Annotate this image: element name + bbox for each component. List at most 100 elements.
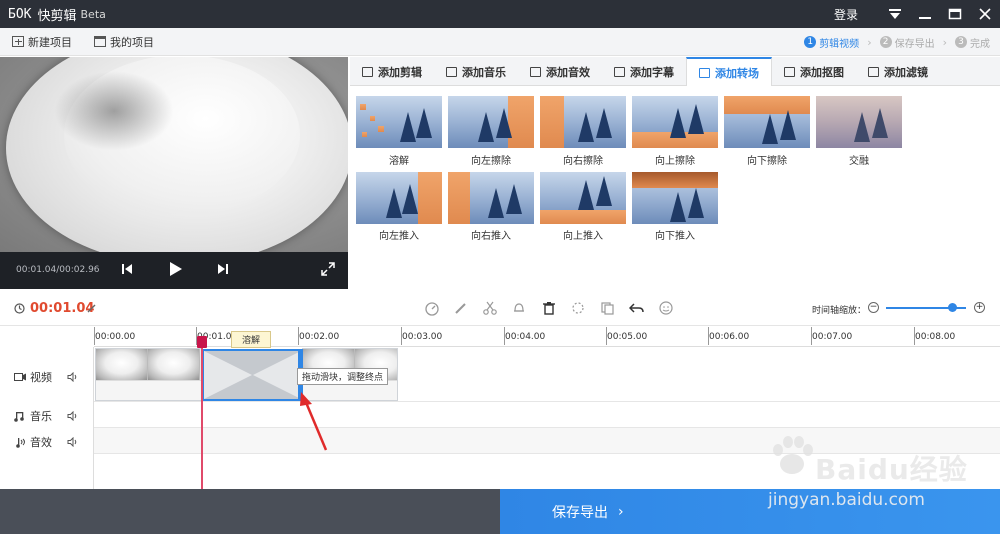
delete-icon[interactable] [541,300,557,316]
volume-icon[interactable] [67,411,78,421]
preview-time: 00:01.04/00:02.96 [16,265,100,275]
transition-bowtie-icon [204,351,301,399]
tab-label: 添加剪辑 [378,65,422,79]
save-export-button[interactable]: 保存导出 › [500,489,1000,534]
crop-icon[interactable] [570,300,586,316]
play-icon[interactable] [166,260,184,278]
login-link[interactable]: 登录 [834,6,858,23]
tab-label: 添加转场 [715,66,759,80]
undo-icon[interactable] [629,300,645,316]
transition-block[interactable] [202,349,303,401]
playhead-handle[interactable] [197,336,207,348]
tab-label: 添加音乐 [462,65,506,79]
dropdown-menu-icon [889,9,901,19]
transition-label: 向下擦除 [747,156,787,167]
step-save-export[interactable]: 2 保存导出 [879,35,935,50]
video-clip-1[interactable] [95,348,203,401]
app-title: 快剪辑 [37,8,77,24]
tab-add-subtitle[interactable]: 添加字幕 [602,57,686,86]
video-track-icon [14,373,26,381]
volume-icon[interactable] [67,372,78,382]
tab-label: 添加音效 [546,65,590,79]
fullscreen-icon[interactable] [320,261,336,277]
step-number: 2 [879,36,892,48]
sticker-icon[interactable] [658,300,674,316]
bell-icon[interactable] [511,300,527,316]
track-label-sound: 音效 [14,434,84,450]
maximize-button[interactable] [940,0,970,28]
tab-add-cutout[interactable]: 添加抠图 [772,57,856,86]
workflow-steps: 1 剪辑视频 › 2 保存导出 › 3 完成 [804,28,990,56]
copy-icon[interactable] [599,300,615,316]
speed-icon[interactable] [424,300,440,316]
close-icon [979,8,991,20]
tab-label: 添加滤镜 [884,65,928,79]
baidu-paw-icon [773,436,813,474]
step-number: 1 [804,36,817,48]
music-icon [446,66,457,77]
next-frame-icon[interactable] [215,261,231,277]
track-label-music: 音乐 [14,408,84,424]
tab-add-music[interactable]: 添加音乐 [434,57,518,86]
my-projects-button[interactable]: 我的项目 [94,34,154,50]
sound-track-icon [16,437,25,448]
tab-add-transition[interactable]: 添加转场 [686,57,772,86]
preview-frame [0,57,348,252]
transition-thumb-dissolve[interactable] [356,96,442,148]
previous-frame-icon[interactable] [119,261,135,277]
track-label-video: 视频 [14,369,84,385]
transition-thumb-push-up[interactable] [540,172,626,224]
zoom-slider-handle[interactable] [947,303,957,312]
new-project-icon [12,36,24,47]
transition-thumb-push-right[interactable] [448,172,534,224]
timeline-ruler[interactable]: 00:00.00 00:01.00 00:02.00 00:03.00 00:0… [94,327,1000,347]
transition-thumb-blend[interactable] [816,96,902,148]
transition-thumb-wipe-up[interactable] [632,96,718,148]
transition-label: 交融 [849,156,869,167]
save-export-label: 保存导出 [552,504,608,521]
maximize-icon [948,8,962,20]
track-labels: 视频 音乐 音效 [0,347,94,489]
plate-image [6,57,348,252]
chevron-right-icon: › [942,35,947,49]
zoom-label: 时间轴缩放： [812,306,867,316]
transition-label: 向左擦除 [471,156,511,167]
feature-tabs: 添加剪辑 添加音乐 添加音效 添加字幕 添加转场 添加抠图 添加滤镜 [350,57,1000,86]
text-icon [614,66,625,77]
step-number: 3 [955,36,967,48]
pencil-icon[interactable] [453,300,469,316]
step-done[interactable]: 3 完成 [955,35,990,50]
watermark-url: jingyan.baidu.com [768,490,925,510]
transition-thumb-wipe-down[interactable] [724,96,810,148]
tab-add-sound[interactable]: 添加音效 [518,57,602,86]
transition-thumb-push-down[interactable] [632,172,718,224]
transition-thumb-push-left[interactable] [356,172,442,224]
drag-hint-tooltip: 拖动滑块，调整终点 [297,368,389,385]
close-button[interactable] [970,0,1000,28]
edit-time-icon[interactable] [87,304,96,313]
beta-badge: Beta [80,7,106,21]
current-time: 00:01.04 [30,301,95,316]
tab-add-clip[interactable]: 添加剪辑 [350,57,434,86]
transition-gallery: 溶解 向左擦除 向右擦除 向上擦除 向下擦除 交融 向左推入 向右推入 向上推入… [350,86,1000,289]
project-toolbar: 新建项目 我的项目 1 剪辑视频 › 2 保存导出 › 3 完成 [0,28,1000,56]
zoom-in-icon[interactable]: + [974,302,985,313]
new-project-button[interactable]: 新建项目 [12,34,72,50]
transition-label: 向右擦除 [563,156,603,167]
scissors-icon[interactable] [482,300,498,316]
minimize-button[interactable] [910,0,940,28]
clock-icon [14,303,25,314]
transition-label: 向右推入 [471,231,511,242]
music-track[interactable] [94,402,1000,428]
tab-add-filter[interactable]: 添加滤镜 [856,57,940,86]
transition-thumb-wipe-right[interactable] [540,96,626,148]
transition-thumb-wipe-left[interactable] [448,96,534,148]
transition-label: 向上擦除 [655,156,695,167]
chevron-right-icon: › [618,503,624,520]
minimize-icon [919,17,931,19]
menu-dropdown-button[interactable] [880,0,910,28]
step-label: 剪辑视频 [819,38,860,50]
volume-icon[interactable] [67,437,78,447]
step-edit-video[interactable]: 1 剪辑视频 [804,35,859,50]
zoom-out-icon[interactable]: − [868,302,879,313]
